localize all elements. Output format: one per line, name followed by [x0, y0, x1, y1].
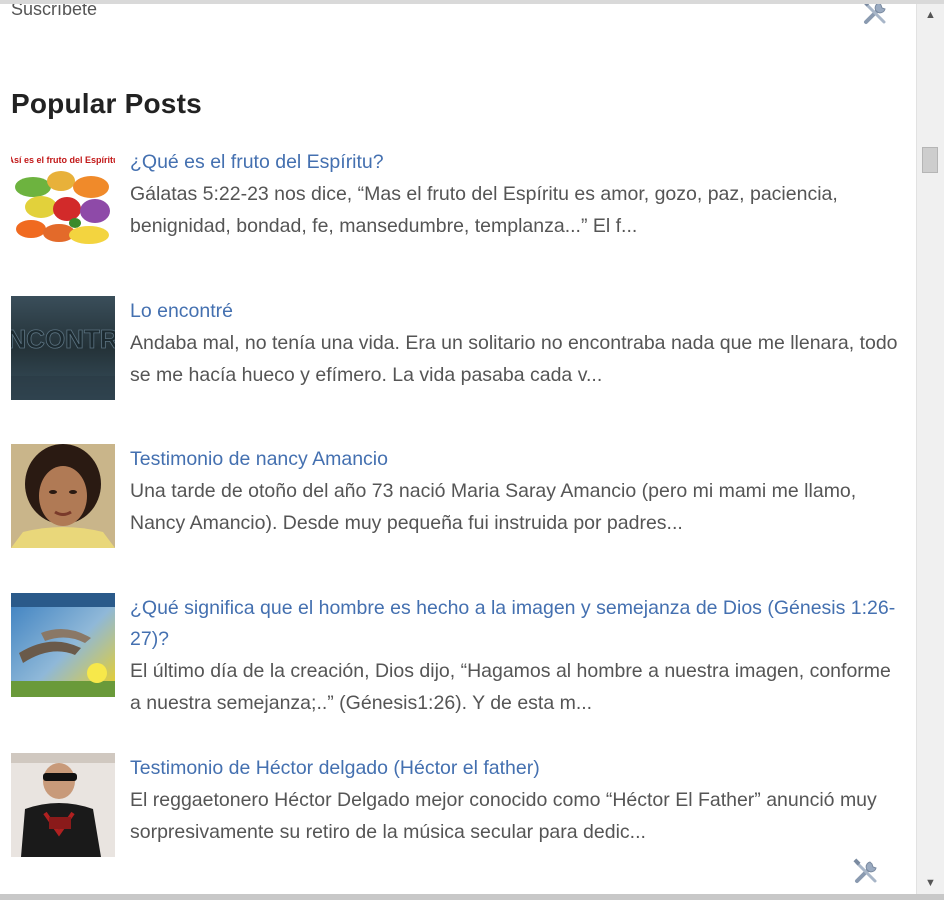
- post-thumbnail-encontre[interactable]: ENCONTRÉ: [11, 296, 115, 400]
- popular-posts-heading: Popular Posts: [11, 88, 202, 119]
- subscribe-label: Suscríbete: [11, 4, 98, 19]
- triangle-down-icon[interactable]: ▼: [917, 872, 944, 894]
- post-snippet: Gálatas 5:22-23 nos dice, “Mas el fruto …: [130, 183, 838, 237]
- post-snippet: Una tarde de otoño del año 73 nació Mari…: [130, 480, 857, 534]
- post-snippet: Andaba mal, no tenía una vida. Era un so…: [130, 332, 898, 386]
- post-title-link[interactable]: ¿Qué es el fruto del Espíritu?: [130, 147, 900, 178]
- post-thumbnail-creation[interactable]: [11, 593, 115, 697]
- wrench-screwdriver-icon[interactable]: [860, 4, 890, 28]
- post-snippet: El reggaetonero Héctor Delgado mejor con…: [130, 789, 877, 843]
- post-thumbnail-portrait[interactable]: [11, 444, 115, 548]
- post-title-link[interactable]: ¿Qué significa que el hombre es hecho a …: [130, 593, 900, 655]
- post-title-link[interactable]: Lo encontré: [130, 296, 900, 327]
- post-snippet: El último día de la creación, Dios dijo,…: [130, 660, 891, 714]
- blog-sidebar: Suscríbete Popular Posts Así es el fruto…: [0, 4, 916, 894]
- post-thumbnail-fruits[interactable]: Así es el fruto del Espíritu: [11, 147, 115, 251]
- triangle-up-icon[interactable]: ▲: [917, 4, 944, 26]
- post-thumbnail-hector[interactable]: [11, 753, 115, 857]
- svg-text:Así es el fruto del Espíritu: Así es el fruto del Espíritu: [11, 155, 115, 165]
- post-title-link[interactable]: Testimonio de nancy Amancio: [130, 444, 900, 475]
- post-title-link[interactable]: Testimonio de Héctor delgado (Héctor el …: [130, 753, 900, 784]
- window-bottom-border: [0, 894, 944, 900]
- scrollbar-thumb[interactable]: [922, 147, 938, 173]
- vertical-scrollbar[interactable]: ▲ ▼: [916, 4, 944, 894]
- wrench-screwdriver-icon[interactable]: [851, 857, 881, 887]
- svg-text:ENCONTRÉ: ENCONTRÉ: [11, 324, 115, 354]
